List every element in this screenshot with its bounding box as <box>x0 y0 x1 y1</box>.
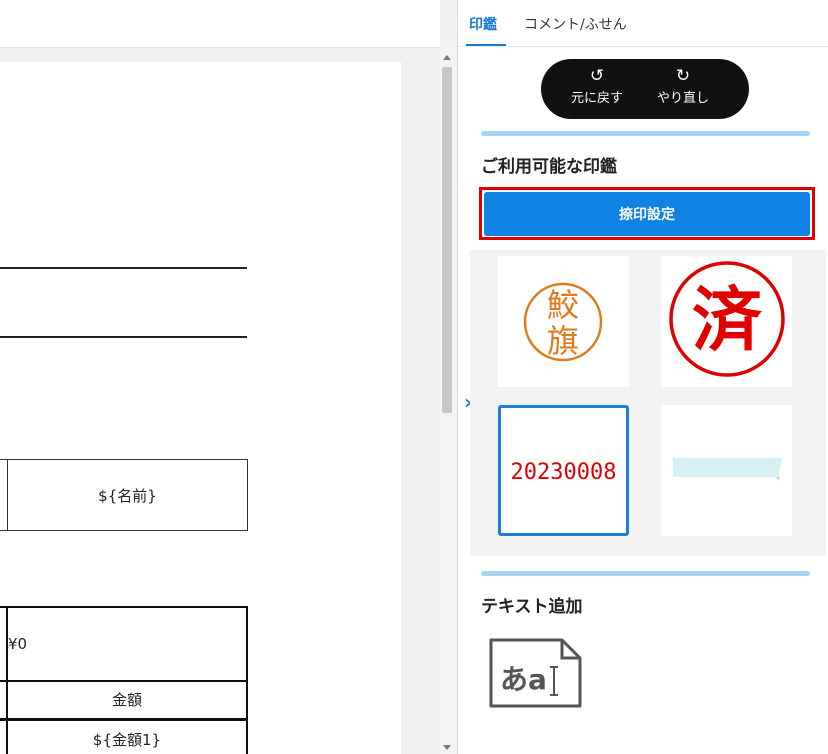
tab-comments-sticky[interactable]: コメント/ふせん <box>524 14 627 34</box>
sticky-note-image <box>673 458 782 481</box>
name-placeholder-cell: ${名前} <box>7 459 248 531</box>
section-divider <box>481 571 810 576</box>
amount-value: ¥0 <box>8 635 28 653</box>
document-area: ${名前} ¥0 金額 ${金額1} <box>0 0 440 754</box>
stamp-grid: 鮫 旗 済 20230008 <box>470 250 826 556</box>
stamp-done-seal[interactable]: 済 <box>661 256 792 387</box>
text-file-icon: あa <box>489 638 582 708</box>
active-tab-indicator <box>466 44 506 46</box>
stamp-panel: 印鑑 コメント/ふせん ↺ 元に戻す ↻ やり直し ご利用可能な印鑑 捺印設定 … <box>457 0 828 754</box>
stamp-name-seal[interactable]: 鮫 旗 <box>498 256 629 387</box>
add-text-heading: テキスト追加 <box>481 597 583 617</box>
panel-tab-bar: 印鑑 コメント/ふせん <box>458 0 828 47</box>
stamp-date-stamp[interactable]: 20230008 <box>498 405 629 536</box>
stamp-settings-button[interactable]: 捺印設定 <box>484 192 810 236</box>
document-page: ${名前} ¥0 金額 ${金額1} <box>0 62 401 754</box>
name-seal-bottom-char: 旗 <box>547 322 579 360</box>
signature-line <box>0 336 247 338</box>
amount-header-cell: 金額 <box>7 681 248 720</box>
tab-stamps[interactable]: 印鑑 <box>469 14 497 34</box>
document-scrollbar[interactable] <box>440 47 456 754</box>
stamp-sticky-note[interactable] <box>661 405 792 536</box>
add-text-icon[interactable]: あa <box>488 637 583 709</box>
section-divider <box>481 131 810 136</box>
scroll-thumb[interactable] <box>442 67 452 413</box>
amount-value-cell: ¥0 <box>7 606 248 682</box>
done-seal-image: 済 <box>669 261 785 377</box>
amount-placeholder-cell: ${金額1} <box>7 720 248 754</box>
done-seal-char: 済 <box>692 279 763 361</box>
scroll-up-arrow-icon[interactable] <box>443 55 451 60</box>
scroll-down-arrow-icon[interactable] <box>443 745 451 750</box>
undo-icon: ↺ <box>589 66 605 86</box>
available-stamps-heading: ご利用可能な印鑑 <box>481 157 617 177</box>
text-icon-glyphs: あa <box>500 663 547 696</box>
undo-button[interactable]: ↺ 元に戻す <box>557 67 637 106</box>
redo-icon: ↻ <box>675 66 691 86</box>
date-stamp-number: 20230008 <box>510 460 617 485</box>
redo-label: やり直し <box>656 91 709 106</box>
name-seal-image: 鮫 旗 <box>523 282 603 362</box>
undo-label: 元に戻す <box>570 91 623 106</box>
name-seal-top-char: 鮫 <box>547 286 579 324</box>
signature-line <box>0 267 247 269</box>
redo-button[interactable]: ↻ やり直し <box>643 67 723 106</box>
undo-redo-toolbar: ↺ 元に戻す ↻ やり直し <box>541 59 749 119</box>
document-toolbar <box>0 0 440 48</box>
